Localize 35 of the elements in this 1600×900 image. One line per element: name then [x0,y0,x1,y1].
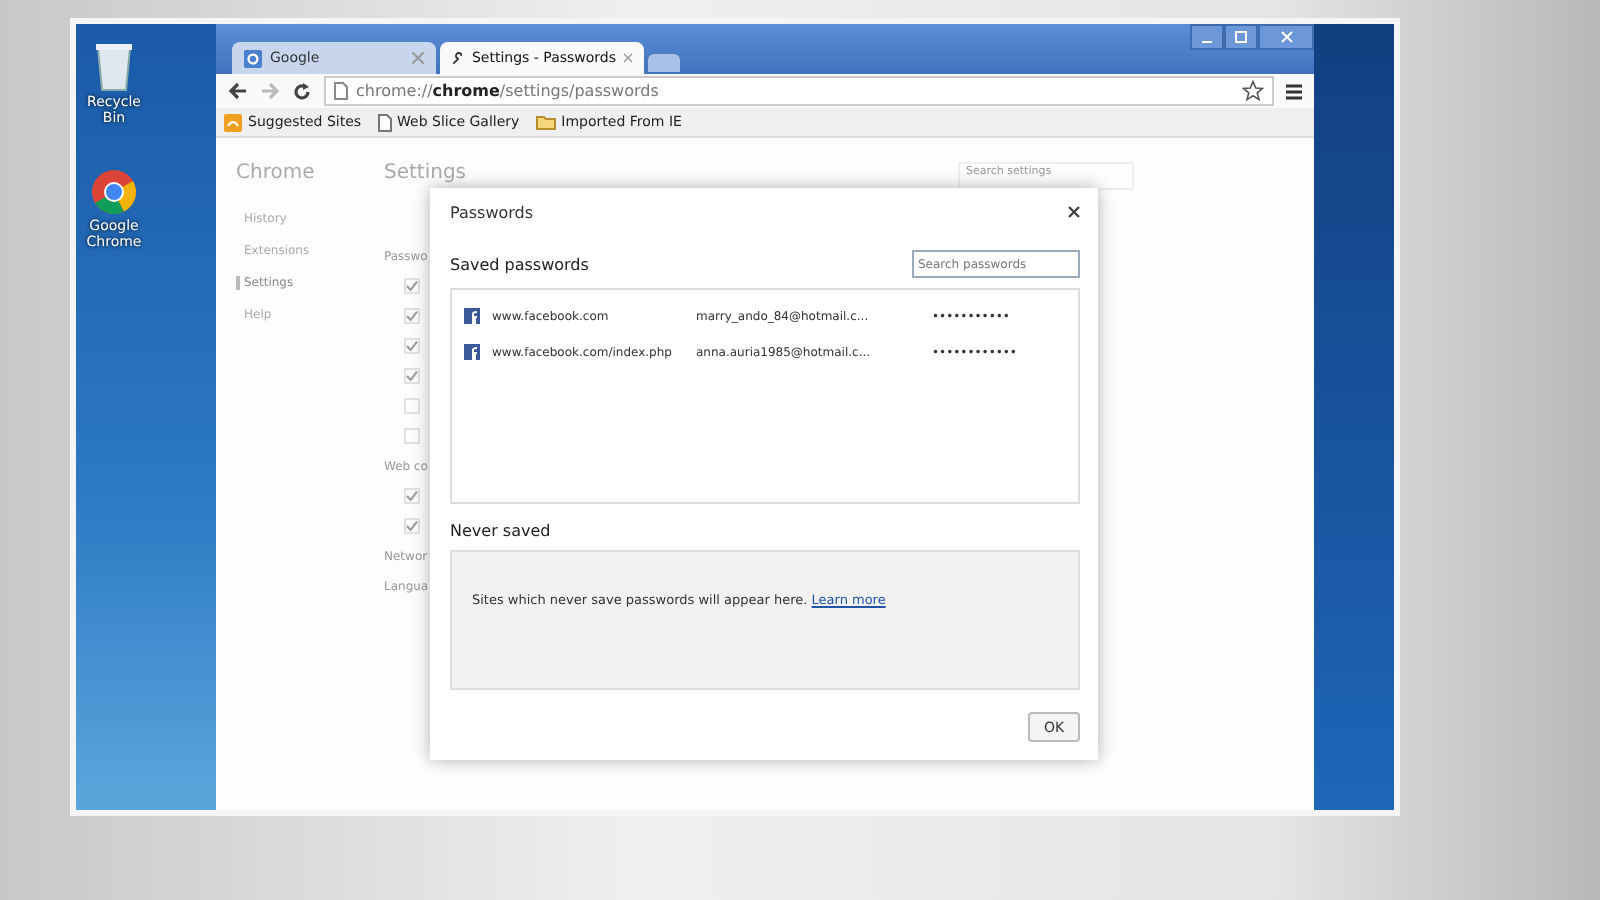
address-bar[interactable]: chrome://chrome/settings/passwords [324,76,1274,106]
close-icon[interactable] [1068,206,1080,218]
checkbox[interactable] [404,518,420,534]
checkbox[interactable] [404,278,420,294]
chrome-logo-icon[interactable] [90,168,138,216]
maximize-icon [1234,30,1248,44]
checkbox[interactable] [404,338,420,354]
google-icon [244,49,262,67]
checkbox[interactable] [404,308,420,324]
facebook-icon [464,344,480,360]
section-heading: Saved passwords [450,255,589,273]
page-icon [334,82,348,100]
settings-heading: Settings [384,162,467,188]
new-tab-button[interactable] [648,54,680,72]
close-tab-icon[interactable] [412,52,424,64]
checkbox[interactable] [404,368,420,384]
menu-icon[interactable] [1286,83,1302,99]
close-icon [1279,30,1293,44]
recycle-bin-icon[interactable] [92,40,136,92]
page-icon [377,113,392,131]
sites-icon [224,113,242,131]
back-arrow-icon[interactable] [228,82,248,100]
chrome-heading: Chrome [236,162,317,184]
star-icon[interactable] [1242,80,1264,102]
folder-icon [535,114,556,130]
maximize-button[interactable] [1224,24,1258,50]
section-heading: Never saved [450,522,553,540]
facebook-icon [464,308,480,324]
minimize-button[interactable] [1190,24,1224,50]
checkbox[interactable] [404,488,420,504]
reload-icon[interactable] [292,81,312,101]
dialog-title: Passwords [450,203,534,221]
forward-arrow-icon[interactable] [260,82,280,100]
close-tab-icon[interactable] [624,52,632,64]
close-window-button[interactable] [1258,24,1314,50]
